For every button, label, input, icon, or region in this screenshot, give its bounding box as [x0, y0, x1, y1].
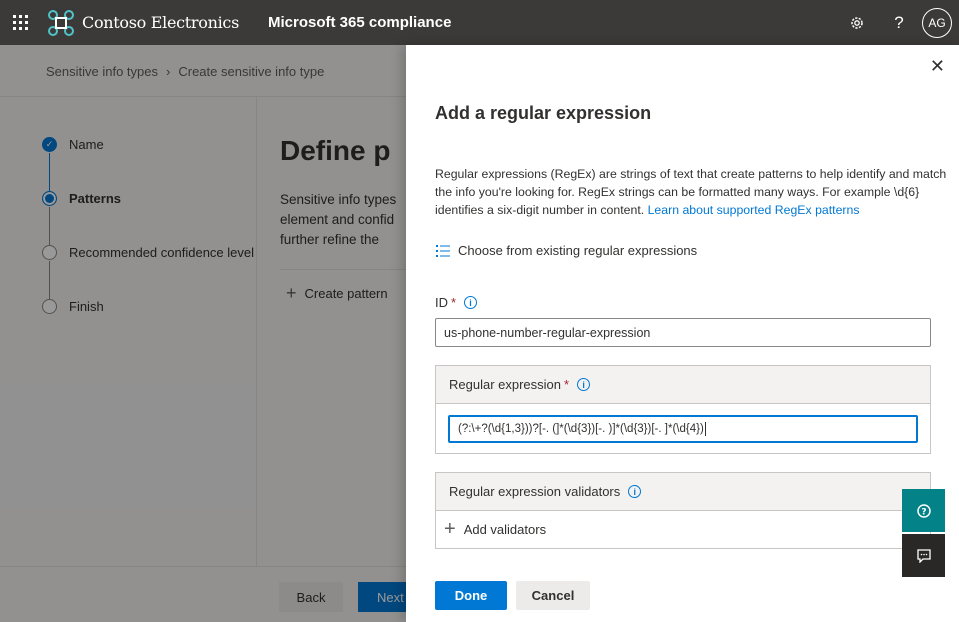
id-label: ID * i: [435, 295, 478, 310]
text-caret: [704, 422, 706, 436]
regex-value: (?:\+?(\d{1,3}))?[-. (]*(\d{3})[-. )]*(\…: [458, 423, 704, 435]
plus-icon: +: [444, 518, 456, 540]
info-icon[interactable]: i: [628, 485, 642, 498]
validators-section: Regular expression validators i + Add va…: [435, 472, 931, 549]
panel-title: Add a regular expression: [435, 103, 652, 123]
close-icon[interactable]: ✕: [930, 56, 945, 77]
add-regex-panel: ✕ Add a regular expression Regular expre…: [406, 45, 959, 622]
settings-gear-icon[interactable]: [836, 0, 878, 45]
list-icon: [436, 244, 450, 257]
required-asterisk: *: [564, 377, 570, 392]
feedback-fab-button[interactable]: [902, 534, 945, 577]
help-question-icon[interactable]: ?: [878, 0, 920, 45]
regex-section: Regular expression * i (?:\+?(\d{1,3}))?…: [435, 365, 931, 454]
waffle-icon[interactable]: [0, 0, 40, 45]
avatar[interactable]: AG: [922, 7, 952, 38]
cancel-button[interactable]: Cancel: [516, 581, 590, 610]
choose-existing-regex-button[interactable]: Choose from existing regular expressions: [436, 243, 697, 258]
choose-existing-label: Choose from existing regular expressions: [458, 243, 698, 258]
feedback-chat-icon: [916, 548, 931, 563]
org-name: Contoso Electronics: [82, 13, 240, 32]
id-label-text: ID: [435, 295, 448, 310]
brand[interactable]: Contoso Electronics: [46, 8, 239, 38]
help-fab-button[interactable]: ?: [902, 489, 945, 532]
done-button[interactable]: Done: [435, 581, 507, 610]
info-icon[interactable]: i: [464, 296, 478, 309]
add-validators-label: Add validators: [463, 522, 547, 537]
info-icon[interactable]: i: [577, 378, 591, 391]
app-name[interactable]: Microsoft 365 compliance: [268, 14, 451, 31]
id-field[interactable]: us-phone-number-regular-expression: [435, 318, 931, 347]
top-nav-bar: Contoso Electronics Microsoft 365 compli…: [0, 0, 959, 45]
contoso-logo-icon: [48, 9, 74, 36]
help-circle-icon: ?: [916, 503, 931, 518]
add-validators-button[interactable]: + Add validators: [436, 511, 930, 548]
regex-label: Regular expression: [449, 377, 562, 392]
validators-section-header: Regular expression validators i: [436, 473, 930, 511]
regex-input[interactable]: (?:\+?(\d{1,3}))?[-. (]*(\d{3})[-. )]*(\…: [448, 415, 918, 443]
svg-text:?: ?: [921, 507, 926, 517]
learn-regex-link[interactable]: Learn about supported RegEx patterns: [648, 203, 860, 217]
panel-description: Regular expressions (RegEx) are strings …: [435, 165, 955, 219]
regex-section-header: Regular expression * i: [436, 366, 930, 404]
required-asterisk: *: [451, 295, 457, 310]
validators-label: Regular expression validators: [449, 484, 621, 499]
